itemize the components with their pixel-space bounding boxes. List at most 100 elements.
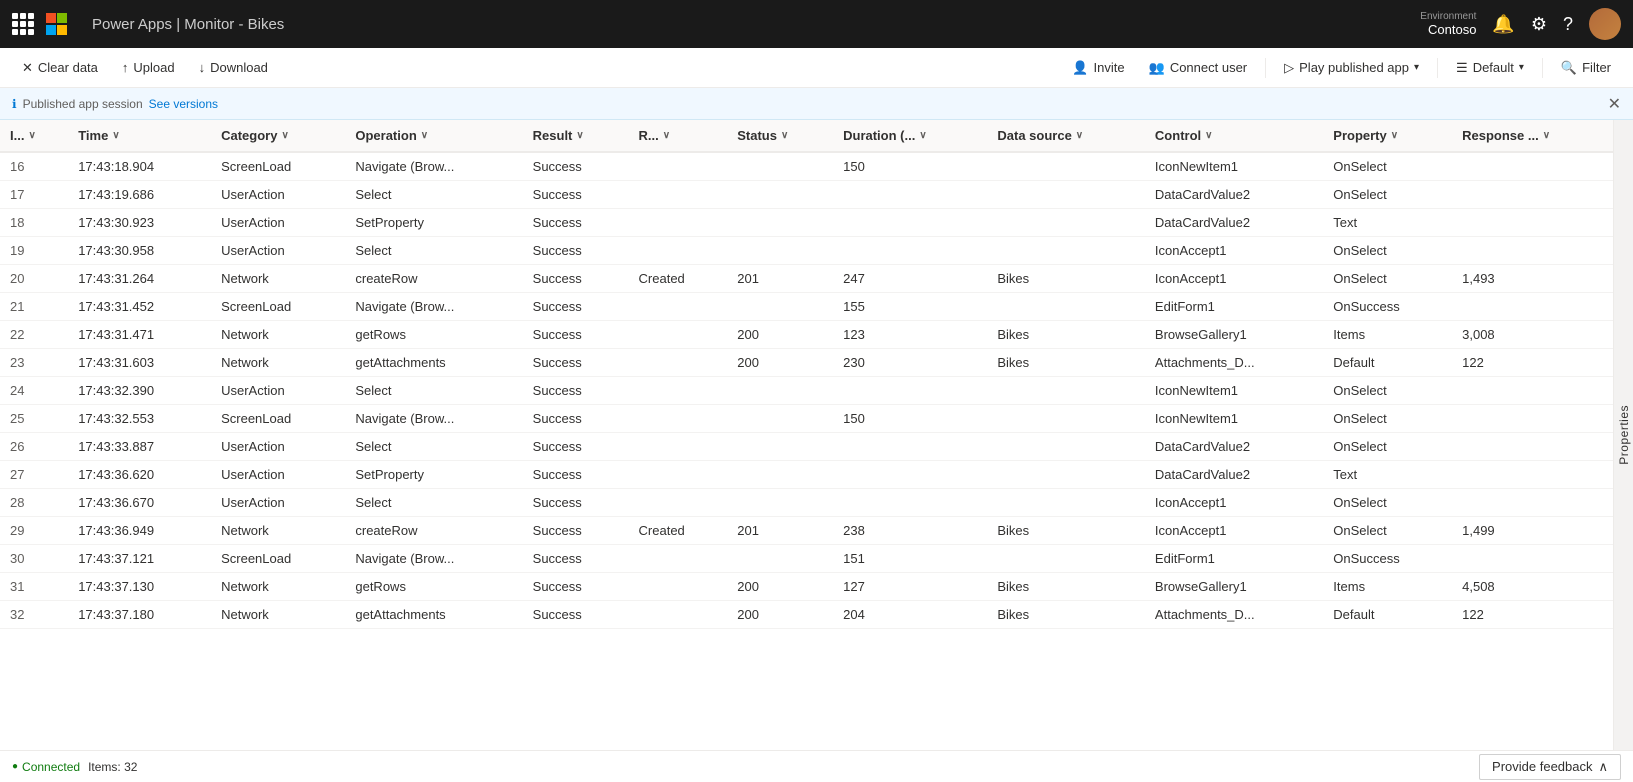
table-cell bbox=[987, 545, 1145, 573]
col-result[interactable]: Result∨ bbox=[523, 120, 629, 152]
table-cell: 1,493 bbox=[1452, 265, 1613, 293]
user-avatar[interactable] bbox=[1589, 8, 1621, 40]
table-row[interactable]: 1817:43:30.923UserActionSetPropertySucce… bbox=[0, 209, 1613, 237]
table-cell: Success bbox=[523, 321, 629, 349]
table-row[interactable]: 2717:43:36.620UserActionSetPropertySucce… bbox=[0, 461, 1613, 489]
settings-icon[interactable]: ⚙ bbox=[1531, 14, 1547, 35]
default-button[interactable]: ☰ Default ▾ bbox=[1446, 56, 1534, 80]
provide-feedback-button[interactable]: Provide feedback ∧ bbox=[1479, 754, 1621, 780]
see-versions-link[interactable]: See versions bbox=[149, 97, 218, 111]
table-header-row: I...∨ Time∨ Category∨ Operation∨ Result∨… bbox=[0, 120, 1613, 152]
table-row[interactable]: 2417:43:32.390UserActionSelectSuccessIco… bbox=[0, 377, 1613, 405]
download-label: Download bbox=[210, 60, 268, 75]
table-cell: 20 bbox=[0, 265, 68, 293]
table-cell bbox=[833, 377, 987, 405]
table-cell: DataCardValue2 bbox=[1145, 433, 1323, 461]
col-id[interactable]: I...∨ bbox=[0, 120, 68, 152]
col-duration[interactable]: Duration (...∨ bbox=[833, 120, 987, 152]
toolbar-divider-3 bbox=[1542, 58, 1543, 78]
table-cell: Navigate (Brow... bbox=[345, 545, 522, 573]
table-cell: 247 bbox=[833, 265, 987, 293]
table-cell: OnSelect bbox=[1323, 405, 1452, 433]
play-published-app-label: Play published app bbox=[1299, 60, 1409, 75]
invite-button[interactable]: 👤 Invite bbox=[1062, 56, 1134, 80]
table-cell: Success bbox=[523, 573, 629, 601]
col-property[interactable]: Property∨ bbox=[1323, 120, 1452, 152]
table-row[interactable]: 1717:43:19.686UserActionSelectSuccessDat… bbox=[0, 181, 1613, 209]
table-row[interactable]: 1617:43:18.904ScreenLoadNavigate (Brow..… bbox=[0, 152, 1613, 181]
table-cell: 19 bbox=[0, 237, 68, 265]
notifications-icon[interactable]: 🔔 bbox=[1492, 14, 1514, 35]
table-cell: 122 bbox=[1452, 601, 1613, 629]
table-cell bbox=[987, 405, 1145, 433]
table-cell: 17:43:36.620 bbox=[68, 461, 211, 489]
table-cell: Select bbox=[345, 489, 522, 517]
col-time[interactable]: Time∨ bbox=[68, 120, 211, 152]
col-data-source[interactable]: Data source∨ bbox=[987, 120, 1145, 152]
sort-icon-category: ∨ bbox=[281, 130, 288, 141]
table-cell: 17:43:31.264 bbox=[68, 265, 211, 293]
items-count: Items: 32 bbox=[88, 760, 137, 774]
table-cell: Network bbox=[211, 349, 345, 377]
upload-label: Upload bbox=[133, 60, 174, 75]
table-cell: 27 bbox=[0, 461, 68, 489]
table-cell: ScreenLoad bbox=[211, 152, 345, 181]
table-cell: ScreenLoad bbox=[211, 545, 345, 573]
table-cell bbox=[727, 293, 833, 321]
table-row[interactable]: 3017:43:37.121ScreenLoadNavigate (Brow..… bbox=[0, 545, 1613, 573]
clear-data-button[interactable]: ✕ Clear data bbox=[12, 56, 108, 80]
table-cell bbox=[629, 545, 728, 573]
table-cell: Success bbox=[523, 152, 629, 181]
table-cell: 24 bbox=[0, 377, 68, 405]
table-cell: Attachments_D... bbox=[1145, 349, 1323, 377]
table-cell: Success bbox=[523, 545, 629, 573]
table-cell: Success bbox=[523, 181, 629, 209]
table-cell: UserAction bbox=[211, 461, 345, 489]
table-row[interactable]: 2217:43:31.471NetworkgetRowsSuccess20012… bbox=[0, 321, 1613, 349]
table-row[interactable]: 2617:43:33.887UserActionSelectSuccessDat… bbox=[0, 433, 1613, 461]
table-cell: ScreenLoad bbox=[211, 293, 345, 321]
help-icon[interactable]: ? bbox=[1563, 14, 1573, 35]
clear-data-label: Clear data bbox=[38, 60, 98, 75]
table-cell: Bikes bbox=[987, 321, 1145, 349]
col-response[interactable]: Response ...∨ bbox=[1452, 120, 1613, 152]
upload-button[interactable]: ↑ Upload bbox=[112, 56, 185, 79]
table-cell: 204 bbox=[833, 601, 987, 629]
table-cell: 150 bbox=[833, 152, 987, 181]
table-row[interactable]: 2117:43:31.452ScreenLoadNavigate (Brow..… bbox=[0, 293, 1613, 321]
table-cell: 123 bbox=[833, 321, 987, 349]
table-row[interactable]: 2317:43:31.603NetworkgetAttachmentsSucce… bbox=[0, 349, 1613, 377]
col-control[interactable]: Control∨ bbox=[1145, 120, 1323, 152]
table-row[interactable]: 3117:43:37.130NetworkgetRowsSuccess20012… bbox=[0, 573, 1613, 601]
table-cell: Navigate (Brow... bbox=[345, 405, 522, 433]
table-cell: 32 bbox=[0, 601, 68, 629]
table-cell: OnSelect bbox=[1323, 181, 1452, 209]
table-cell bbox=[629, 573, 728, 601]
table-cell: Select bbox=[345, 433, 522, 461]
col-r[interactable]: R...∨ bbox=[629, 120, 728, 152]
table-cell: getAttachments bbox=[345, 601, 522, 629]
table-row[interactable]: 3217:43:37.180NetworkgetAttachmentsSucce… bbox=[0, 601, 1613, 629]
table-cell: Bikes bbox=[987, 349, 1145, 377]
waffle-icon[interactable] bbox=[12, 13, 34, 35]
connect-user-button[interactable]: 👥 Connect user bbox=[1139, 56, 1258, 80]
table-container[interactable]: I...∨ Time∨ Category∨ Operation∨ Result∨… bbox=[0, 120, 1613, 750]
col-operation[interactable]: Operation∨ bbox=[345, 120, 522, 152]
table-row[interactable]: 2817:43:36.670UserActionSelectSuccessIco… bbox=[0, 489, 1613, 517]
sort-icon-r: ∨ bbox=[663, 130, 670, 141]
data-table: I...∨ Time∨ Category∨ Operation∨ Result∨… bbox=[0, 120, 1613, 629]
download-button[interactable]: ↓ Download bbox=[189, 56, 278, 79]
col-category[interactable]: Category∨ bbox=[211, 120, 345, 152]
table-row[interactable]: 1917:43:30.958UserActionSelectSuccessIco… bbox=[0, 237, 1613, 265]
table-cell: 29 bbox=[0, 517, 68, 545]
col-status[interactable]: Status∨ bbox=[727, 120, 833, 152]
filter-button[interactable]: 🔍 Filter bbox=[1551, 56, 1621, 80]
table-cell bbox=[1452, 545, 1613, 573]
info-close-button[interactable]: ✕ bbox=[1608, 94, 1621, 114]
table-row[interactable]: 2017:43:31.264NetworkcreateRowSuccessCre… bbox=[0, 265, 1613, 293]
table-row[interactable]: 2917:43:36.949NetworkcreateRowSuccessCre… bbox=[0, 517, 1613, 545]
play-published-app-button[interactable]: ▷ Play published app ▾ bbox=[1274, 56, 1429, 80]
properties-panel[interactable]: Properties bbox=[1613, 120, 1633, 750]
table-row[interactable]: 2517:43:32.553ScreenLoadNavigate (Brow..… bbox=[0, 405, 1613, 433]
table-cell: IconNewItem1 bbox=[1145, 377, 1323, 405]
